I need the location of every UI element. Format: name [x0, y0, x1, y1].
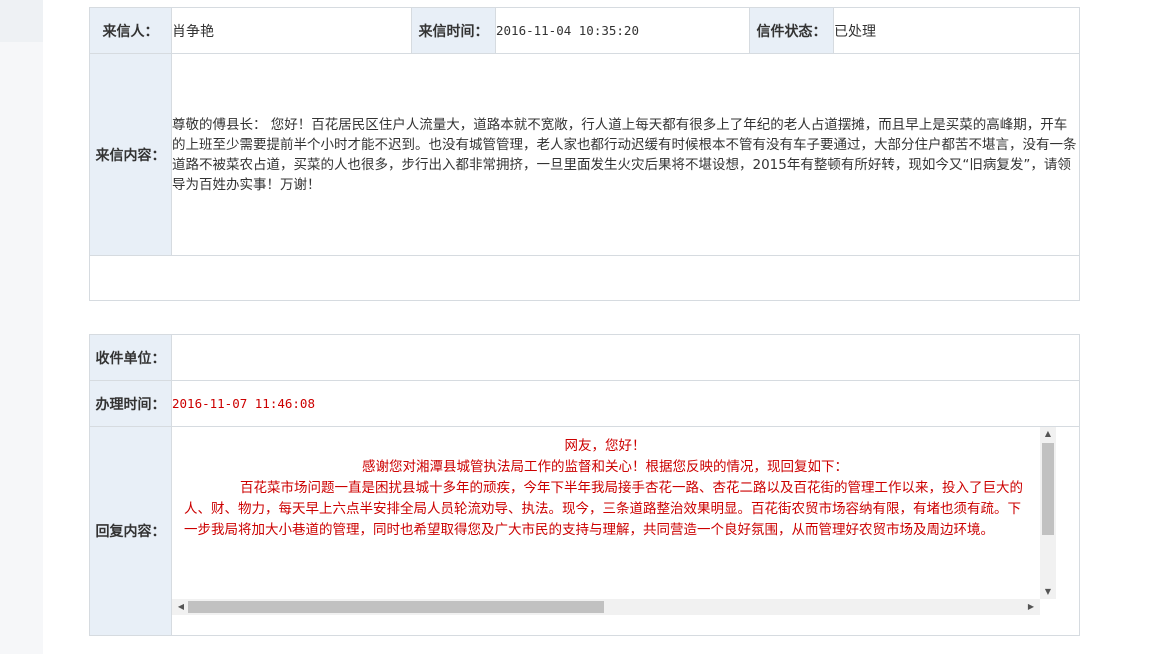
reply-body: 百花菜市场问题一直是困扰县城十多年的顽疾，今年下半年我局接手杏花一路、杏花二路以…	[184, 480, 1023, 538]
sender-value: 肖争艳	[171, 7, 412, 54]
vertical-scrollbar[interactable]: ▲ ▼	[1040, 427, 1056, 599]
reply-intro: 感谢您对湘潭县城管执法局工作的监督和关心！根据您反映的情况，现回复如下：	[362, 459, 848, 475]
letter-time-value: 2016-11-04 10:35:20	[495, 7, 750, 54]
scroll-down-icon[interactable]: ▼	[1040, 585, 1056, 599]
reply-greeting: 网友，您好！	[564, 438, 646, 454]
handle-time-value: 2016-11-07 11:46:08	[171, 380, 1080, 427]
letter-content: 尊敬的傅县长： 您好！百花居民区住户人流量大，道路本就不宽敞，行人道上每天都有很…	[171, 53, 1080, 256]
reply-content-area[interactable]: 网友，您好！ 感谢您对湘潭县城管执法局工作的监督和关心！根据您反映的情况，现回复…	[172, 427, 1079, 635]
scroll-left-icon[interactable]: ◀	[174, 599, 188, 615]
sender-label: 来信人：	[89, 7, 172, 54]
horizontal-scrollbar[interactable]: ◀ ▶	[172, 599, 1040, 615]
sidebar-corner	[0, 0, 43, 42]
reply-table: 收件单位： 办理时间： 2016-11-07 11:46:08 回复内容： 网友…	[89, 334, 1080, 636]
reply-content-label: 回复内容：	[89, 426, 172, 636]
letter-table: 来信人： 肖争艳 来信时间： 2016-11-04 10:35:20 信件状态：…	[89, 7, 1080, 301]
vertical-scroll-thumb[interactable]	[1042, 443, 1054, 535]
handle-time-label: 办理时间：	[89, 380, 172, 427]
recipient-unit-label: 收件单位：	[89, 334, 172, 381]
status-value: 已处理	[833, 7, 1080, 54]
content-label: 来信内容：	[89, 53, 172, 256]
reply-text-box[interactable]: 网友，您好！ 感谢您对湘潭县城管执法局工作的监督和关心！根据您反映的情况，现回复…	[172, 427, 1056, 615]
horizontal-scroll-thumb[interactable]	[188, 601, 604, 613]
left-sidebar-strip	[0, 0, 43, 654]
scroll-right-icon[interactable]: ▶	[1024, 599, 1038, 615]
letter-time-label: 来信时间：	[411, 7, 496, 54]
letter-empty-row	[89, 255, 1080, 301]
recipient-unit-value	[171, 334, 1080, 381]
status-label: 信件状态：	[749, 7, 834, 54]
scroll-up-icon[interactable]: ▲	[1040, 427, 1056, 441]
